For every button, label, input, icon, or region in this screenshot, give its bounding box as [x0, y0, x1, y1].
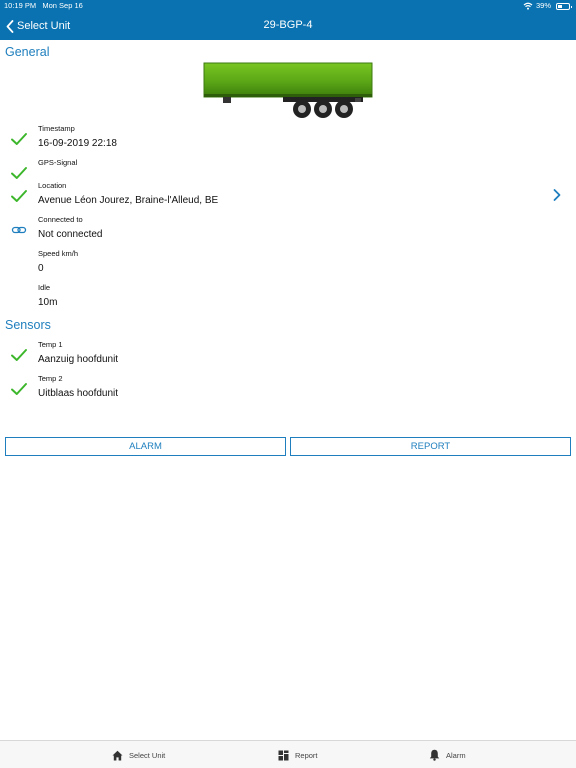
battery-icon	[556, 2, 572, 10]
row-label: Temp 2	[38, 374, 63, 383]
row-value: 0	[38, 263, 44, 274]
page-title: 29-BGP-4	[263, 19, 313, 31]
row-label: Timestamp	[38, 124, 75, 133]
row-label: Idle	[38, 283, 51, 292]
tab-label: Alarm	[446, 750, 466, 760]
sensors-section-title: Sensors	[5, 318, 51, 332]
row-value: 10m	[38, 297, 58, 308]
status-date: Mon Sep 16	[42, 1, 83, 10]
home-icon	[112, 750, 123, 760]
nav-bar: Select Unit 29-BGP-4	[0, 12, 576, 40]
row-location[interactable]: Location Avenue Léon Jourez, Braine-l'Al…	[0, 179, 576, 213]
tab-bar: Select Unit Report Alarm	[0, 740, 576, 768]
row-label: Location	[38, 181, 67, 190]
general-section-title: General	[5, 45, 50, 59]
row-label: Temp 1	[38, 340, 63, 349]
row-temp-2: Temp 2 Uitblaas hoofdunit	[0, 372, 576, 406]
check-icon	[11, 133, 27, 145]
tab-label: Report	[295, 750, 318, 760]
header-bar: 10:19 PM Mon Sep 16 39% Select Unit 29-B…	[0, 0, 576, 40]
alarm-button[interactable]: ALARM	[5, 437, 286, 456]
chevron-right-icon[interactable]	[552, 188, 562, 202]
row-idle: Idle 10m	[0, 281, 576, 315]
battery-percent: 39%	[535, 1, 551, 10]
row-value: 16-09-2019 22:18	[38, 138, 117, 149]
status-time: 10:19 PM	[4, 1, 37, 10]
bell-icon	[429, 749, 440, 761]
check-icon	[11, 349, 27, 361]
row-value: Uitblaas hoofdunit	[38, 388, 119, 399]
trailer-image	[203, 62, 373, 118]
check-icon	[11, 190, 27, 202]
tab-select-unit[interactable]: Select Unit	[112, 747, 165, 763]
check-icon	[11, 383, 27, 395]
row-label: GPS-Signal	[38, 158, 78, 167]
row-temp-1: Temp 1 Aanzuig hoofdunit	[0, 338, 576, 372]
status-bar: 10:19 PM Mon Sep 16 39%	[0, 0, 576, 12]
row-label: Speed km/h	[38, 249, 79, 258]
row-value: Not connected	[38, 229, 103, 240]
row-value: Aanzuig hoofdunit	[38, 354, 119, 365]
row-connected-to: Connected to Not connected	[0, 213, 576, 247]
row-timestamp: Timestamp 16-09-2019 22:18	[0, 122, 576, 156]
link-icon	[11, 226, 27, 234]
row-value: Avenue Léon Jourez, Braine-l'Alleud, BE	[38, 195, 219, 206]
row-speed: Speed km/h 0	[0, 247, 576, 281]
wifi-icon	[523, 2, 533, 10]
tab-alarm[interactable]: Alarm	[429, 747, 466, 763]
tab-report[interactable]: Report	[278, 747, 318, 763]
row-label: Connected to	[38, 215, 83, 224]
report-icon	[278, 750, 289, 760]
tab-label: Select Unit	[129, 750, 166, 760]
report-button[interactable]: REPORT	[290, 437, 571, 456]
